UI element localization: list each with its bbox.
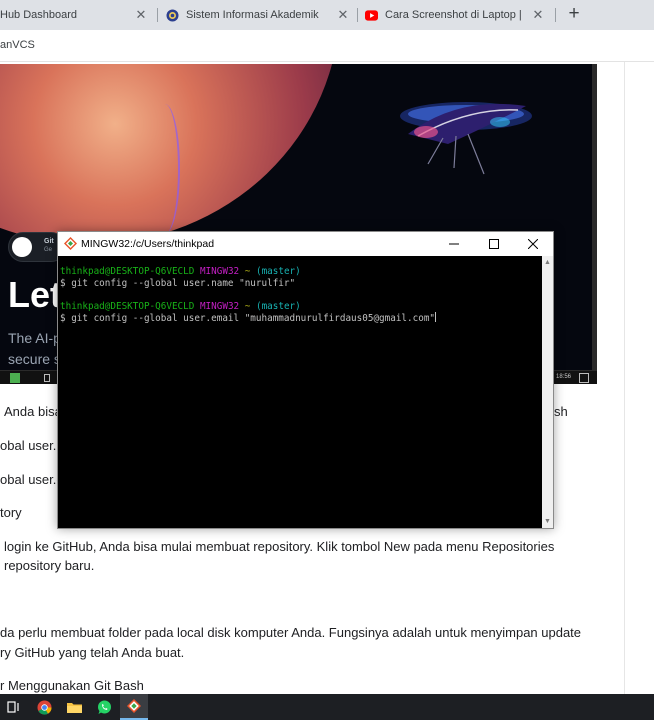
new-tab-button[interactable]: + xyxy=(564,4,584,24)
hero-subtitle: The AI-p secure s xyxy=(8,328,61,370)
tab-title: Cara Screenshot di Laptop | Foto xyxy=(385,9,525,21)
taskbar-chrome[interactable] xyxy=(30,694,58,720)
file-explorer-icon xyxy=(66,703,82,713)
youtube-icon xyxy=(365,9,378,22)
tab-title: Hub Dashboard xyxy=(0,9,78,21)
prompt-line: thinkpad@DESKTOP-Q6VECLD MINGW32 ~ (mast… xyxy=(60,301,542,313)
prompt-line: thinkpad@DESKTOP-Q6VECLD MINGW32 ~ (mast… xyxy=(60,266,542,278)
paragraph-text: sh xyxy=(554,404,568,419)
prompt-env: MINGW32 xyxy=(199,300,240,312)
hero-subtitle-line: The AI-p xyxy=(8,330,61,346)
scroll-up-icon[interactable]: ▲ xyxy=(544,259,551,266)
taskbar-file-explorer[interactable] xyxy=(60,694,88,720)
prompt-path: ~ xyxy=(244,300,251,312)
prompt-path: ~ xyxy=(244,266,251,277)
git-bash-icon xyxy=(64,237,77,250)
tab-cara-screenshot[interactable]: Cara Screenshot di Laptop | Foto ✕ xyxy=(365,0,551,30)
hero-headline: Let xyxy=(8,274,62,315)
prompt-env: MINGW32 xyxy=(199,266,240,277)
code-line: obal user.e xyxy=(0,472,64,487)
paragraph-text: login ke GitHub, Anda bisa mulai membuat… xyxy=(4,539,555,554)
tab-sistem-informasi-akademik[interactable]: Sistem Informasi Akademik ✕ xyxy=(166,0,352,30)
hero-subtitle-line: secure s xyxy=(8,351,61,367)
bookmark-item[interactable]: anVCS xyxy=(0,39,35,51)
page-divider xyxy=(624,62,625,694)
command-text: $ git config --global user.email "muhamm… xyxy=(60,313,436,324)
minimize-button[interactable] xyxy=(434,232,474,256)
tab-title: Sistem Informasi Akademik xyxy=(186,9,319,21)
screen: Hub Dashboard ✕ Sistem Informasi Akademi… xyxy=(0,0,654,720)
chrome-icon xyxy=(37,700,52,715)
windows-taskbar xyxy=(0,694,654,720)
github-icon xyxy=(12,237,32,257)
prompt-branch: (master) xyxy=(255,300,301,312)
tab-divider xyxy=(357,8,358,22)
whatsapp-icon xyxy=(97,700,111,714)
git-bash-window[interactable]: MINGW32:/c/Users/thinkpad thinkpad@DESKT… xyxy=(57,231,554,529)
badge-title: Git xyxy=(44,238,54,245)
spaceship-illustration xyxy=(400,102,532,175)
command-line-active[interactable]: $ git config --global user.email "muhamm… xyxy=(60,312,542,324)
paragraph-text: repository baru. xyxy=(4,558,95,573)
tab-divider xyxy=(157,8,158,22)
minimize-icon xyxy=(449,243,459,245)
task-view-button[interactable] xyxy=(0,694,28,720)
notification-icon xyxy=(579,373,589,383)
maximize-button[interactable] xyxy=(474,232,514,256)
badge-subtitle: Ge xyxy=(44,247,53,253)
close-icon[interactable]: ✕ xyxy=(134,8,148,22)
university-seal-icon xyxy=(166,9,179,22)
paragraph-text: da perlu membuat folder pada local disk … xyxy=(0,625,582,640)
section-heading: r Menggunakan Git Bash xyxy=(0,678,144,693)
app-icon xyxy=(10,373,20,383)
close-icon[interactable]: ✕ xyxy=(336,8,350,22)
terminal-scrollbar[interactable]: ▲ ▼ xyxy=(542,256,553,528)
taskbar-git-bash[interactable] xyxy=(120,694,148,720)
browser-tab-strip: Hub Dashboard ✕ Sistem Informasi Akademi… xyxy=(0,0,654,30)
paragraph-text: ry GitHub yang telah Anda buat. xyxy=(0,645,185,660)
tray-clock: 18:56 xyxy=(555,374,571,380)
screenshot-scrollbar xyxy=(592,64,597,370)
taskbar-whatsapp[interactable] xyxy=(90,694,118,720)
close-window-button[interactable] xyxy=(513,232,553,256)
window-titlebar[interactable]: MINGW32:/c/Users/thinkpad xyxy=(58,232,553,256)
tab-github-dashboard[interactable]: Hub Dashboard ✕ xyxy=(0,0,152,30)
section-heading: tory xyxy=(0,505,22,520)
terminal-console[interactable]: thinkpad@DESKTOP-Q6VECLD MINGW32 ~ (mast… xyxy=(58,256,542,528)
code-line: obal user.n xyxy=(0,438,64,453)
window-title: MINGW32:/c/Users/thinkpad xyxy=(81,238,215,250)
paragraph-text: Anda bisa xyxy=(4,404,62,419)
prompt-branch: (master) xyxy=(255,266,301,277)
prompt-user: thinkpad@DESKTOP-Q6VECLD xyxy=(60,300,195,312)
close-icon xyxy=(528,239,538,249)
bookmark-bar: anVCS xyxy=(0,30,654,62)
scroll-down-icon[interactable]: ▼ xyxy=(544,518,551,525)
window-icon xyxy=(44,374,50,382)
git-bash-icon xyxy=(127,699,141,713)
text-cursor xyxy=(435,312,437,322)
maximize-icon xyxy=(489,239,499,249)
close-icon[interactable]: ✕ xyxy=(531,8,545,22)
task-view-icon xyxy=(7,701,19,713)
orbit-line xyxy=(150,104,180,234)
command-line: $ git config --global user.name "nurulfi… xyxy=(60,277,296,289)
tab-divider xyxy=(555,8,556,22)
prompt-user: thinkpad@DESKTOP-Q6VECLD xyxy=(60,266,195,277)
